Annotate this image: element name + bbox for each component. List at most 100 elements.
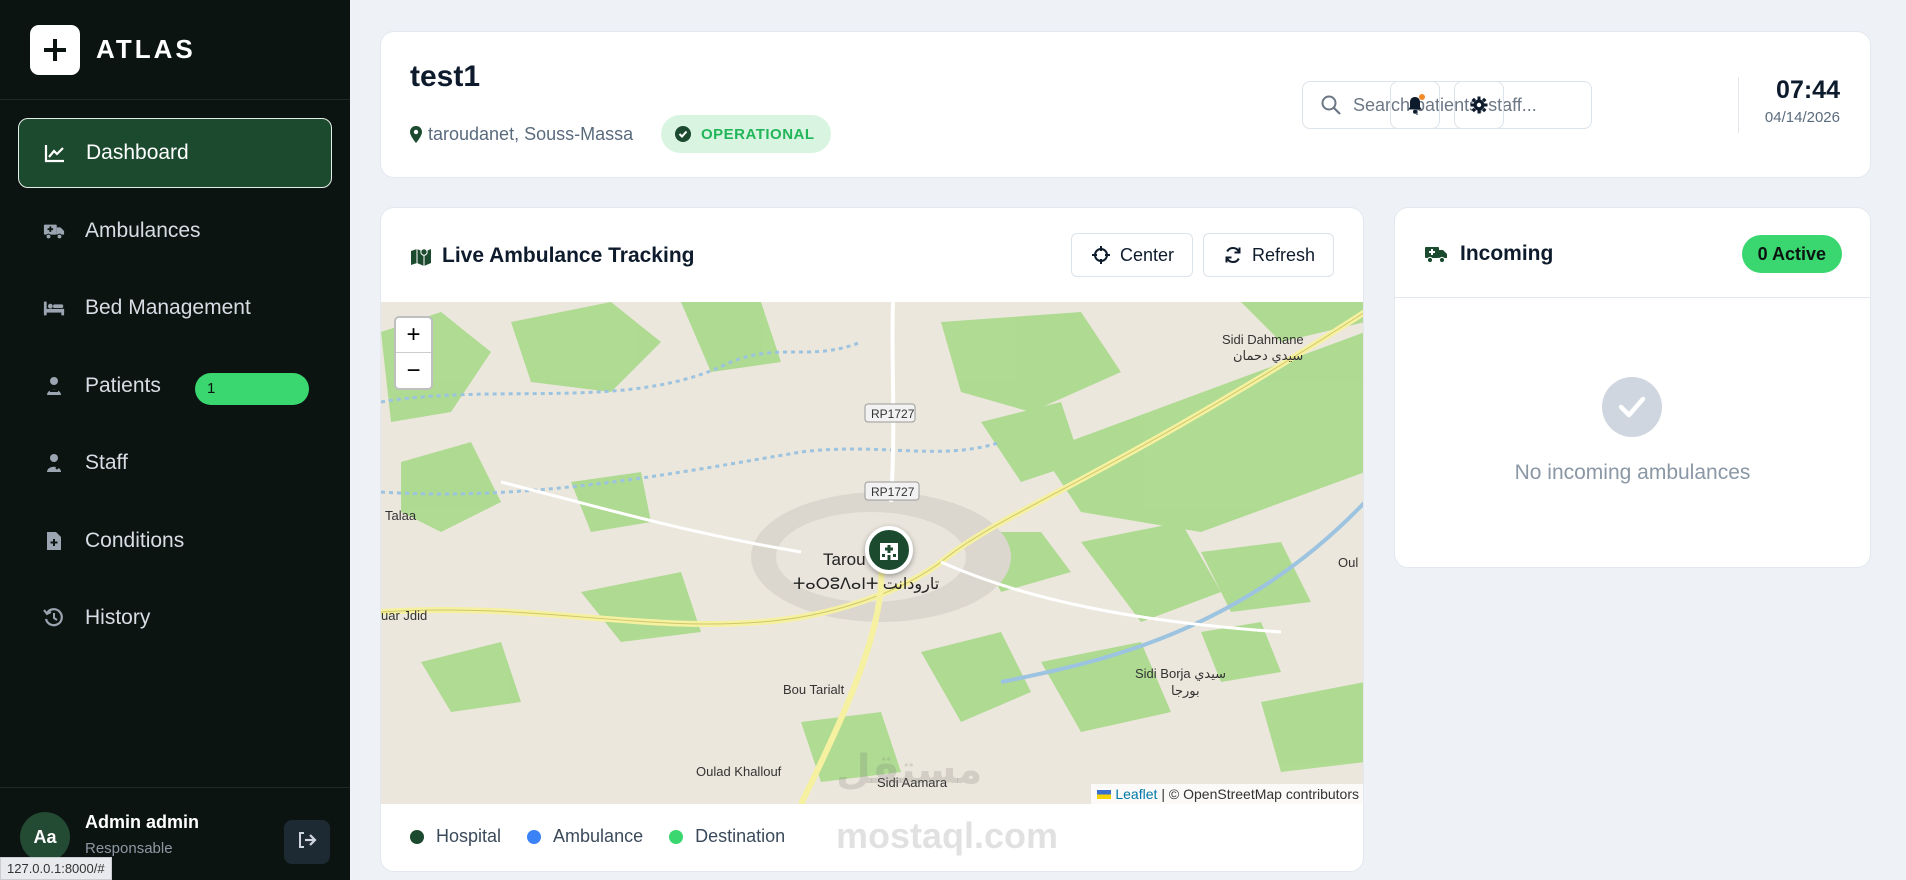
sidebar-item-staff[interactable]: Staff xyxy=(18,428,332,498)
sidebar-item-conditions[interactable]: Conditions xyxy=(18,506,332,576)
ambulance-icon xyxy=(43,220,65,242)
logout-icon xyxy=(297,831,317,854)
zoom-in-button[interactable]: + xyxy=(396,318,431,353)
map-label: RP1727 xyxy=(871,407,915,421)
search-icon xyxy=(1321,95,1341,115)
osm-attribution-text: | © OpenStreetMap contributors xyxy=(1161,786,1359,802)
legend-dot-ambulance xyxy=(527,829,542,844)
status-badge: OPERATIONAL xyxy=(661,115,831,153)
tracking-title: Live Ambulance Tracking xyxy=(410,244,694,268)
leaflet-link[interactable]: Leaflet xyxy=(1115,786,1157,802)
map-pin-icon xyxy=(410,126,422,143)
map-label: Oulad Khallouf xyxy=(696,764,782,779)
legend-item-ambulance: Ambulance xyxy=(527,826,643,847)
ukraine-flag-icon xyxy=(1097,789,1112,799)
bed-icon xyxy=(43,297,65,319)
status-text: OPERATIONAL xyxy=(701,125,815,143)
hospital-marker[interactable] xyxy=(865,526,913,574)
legend-item-destination: Destination xyxy=(669,826,785,847)
map-label: Sidi Borja سيدي xyxy=(1135,666,1227,681)
zoom-out-button[interactable]: − xyxy=(396,353,431,388)
incoming-title-text: Incoming xyxy=(1460,242,1554,265)
legend-label: Destination xyxy=(695,826,786,846)
sidebar-item-dashboard[interactable]: Dashboard xyxy=(18,118,332,188)
map-label: RP1727 xyxy=(871,485,915,499)
watermark: مستقل xyxy=(836,748,983,792)
sidebar: ATLAS Dashboard Ambulances Bed Managemen… xyxy=(0,0,350,880)
map-legend: Hospital Ambulance Destination xyxy=(410,826,811,847)
file-medical-icon xyxy=(43,530,65,552)
avatar[interactable]: Aa xyxy=(20,812,70,862)
clock-time: 07:44 xyxy=(1776,76,1840,104)
map-label: Tarou xyxy=(823,550,866,569)
map-label: سيدي دحمان xyxy=(1233,348,1304,363)
site-header-card: test1 taroudanet, Souss-Massa OPERATIONA… xyxy=(380,31,1871,178)
check-circle-icon xyxy=(675,126,691,142)
location-text: taroudanet, Souss-Massa xyxy=(428,124,634,144)
active-count-badge: 0 Active xyxy=(1741,235,1842,273)
center-label: Center xyxy=(1120,244,1175,265)
logout-button[interactable] xyxy=(284,820,330,864)
status-url-hint: 127.0.0.1:8000/# xyxy=(0,857,112,880)
hospital-icon xyxy=(878,539,900,561)
sidebar-item-label: Bed Management xyxy=(85,296,251,319)
map-label: Sidi Dahmane xyxy=(1222,332,1304,347)
sidebar-item-patients[interactable]: Patients 1 xyxy=(18,351,332,421)
gear-icon xyxy=(1470,96,1488,114)
user-doctor-icon xyxy=(43,452,65,474)
check-icon xyxy=(1602,377,1662,437)
settings-button[interactable] xyxy=(1454,81,1504,129)
sidebar-item-bed-management[interactable]: Bed Management xyxy=(18,273,332,343)
map-label: Oul xyxy=(1338,555,1359,570)
site-location: taroudanet, Souss-Massa xyxy=(410,124,633,145)
map-label: Bou Tarialt xyxy=(783,682,845,697)
brand[interactable]: ATLAS xyxy=(0,0,350,100)
patients-count-badge: 1 xyxy=(195,372,309,405)
sidebar-item-label: History xyxy=(85,606,151,629)
sidebar-item-history[interactable]: History xyxy=(18,583,332,653)
legend-label: Ambulance xyxy=(553,826,644,846)
chart-line-icon xyxy=(44,142,66,164)
empty-state-text: No incoming ambulances xyxy=(1514,461,1751,484)
map-icon xyxy=(410,246,432,266)
notification-dot xyxy=(1419,94,1425,100)
sidebar-item-label: Staff xyxy=(85,451,128,474)
tracking-title-text: Live Ambulance Tracking xyxy=(442,244,695,267)
incoming-divider xyxy=(1395,297,1870,298)
plus-icon xyxy=(30,24,80,75)
ambulance-icon xyxy=(1424,244,1448,264)
crosshair-icon xyxy=(1092,246,1110,264)
sidebar-item-ambulances[interactable]: Ambulances xyxy=(18,196,332,266)
refresh-label: Refresh xyxy=(1252,244,1316,265)
legend-label: Hospital xyxy=(436,826,502,846)
refresh-button[interactable]: Refresh xyxy=(1203,233,1335,277)
center-map-button[interactable]: Center xyxy=(1071,233,1194,277)
map-label: بورجا xyxy=(1171,683,1200,698)
zoom-control: + − xyxy=(394,316,433,390)
brand-name: ATLAS xyxy=(96,34,196,64)
header-divider xyxy=(1738,77,1739,133)
incoming-card: Incoming 0 Active No incoming ambulances xyxy=(1394,207,1871,568)
map-label: uar Jdid xyxy=(381,608,428,623)
legend-item-hospital: Hospital xyxy=(410,826,501,847)
tracking-map[interactable]: Sidi Dahmane سيدي دحمان RP1727 RP1727 Ta… xyxy=(381,302,1363,804)
patient-icon xyxy=(43,375,65,397)
sidebar-item-label: Conditions xyxy=(85,528,185,552)
sidebar-item-label: Dashboard xyxy=(86,141,189,164)
map-label: ⵜⴰⵔⵓⴷⴰⵏⵜ تارودانت xyxy=(793,576,940,593)
incoming-title: Incoming xyxy=(1424,242,1553,266)
user-role: Responsable xyxy=(85,840,173,857)
history-icon xyxy=(43,607,65,629)
clock-date: 04/14/2026 xyxy=(1764,109,1840,126)
notifications-button[interactable] xyxy=(1390,81,1440,129)
watermark-url: mostaql.com xyxy=(836,815,1059,856)
map-label: Talaa xyxy=(385,508,417,523)
refresh-icon xyxy=(1224,246,1242,264)
legend-dot-destination xyxy=(669,829,684,844)
sidebar-item-label: Patients xyxy=(85,373,161,397)
sidebar-nav: Dashboard Ambulances Bed Management Pati… xyxy=(0,100,350,653)
legend-dot-hospital xyxy=(410,829,424,844)
map-attribution: Leaflet | © OpenStreetMap contributors xyxy=(1091,784,1363,804)
sidebar-item-label: Ambulances xyxy=(85,218,201,242)
search-box[interactable] xyxy=(1302,81,1592,129)
